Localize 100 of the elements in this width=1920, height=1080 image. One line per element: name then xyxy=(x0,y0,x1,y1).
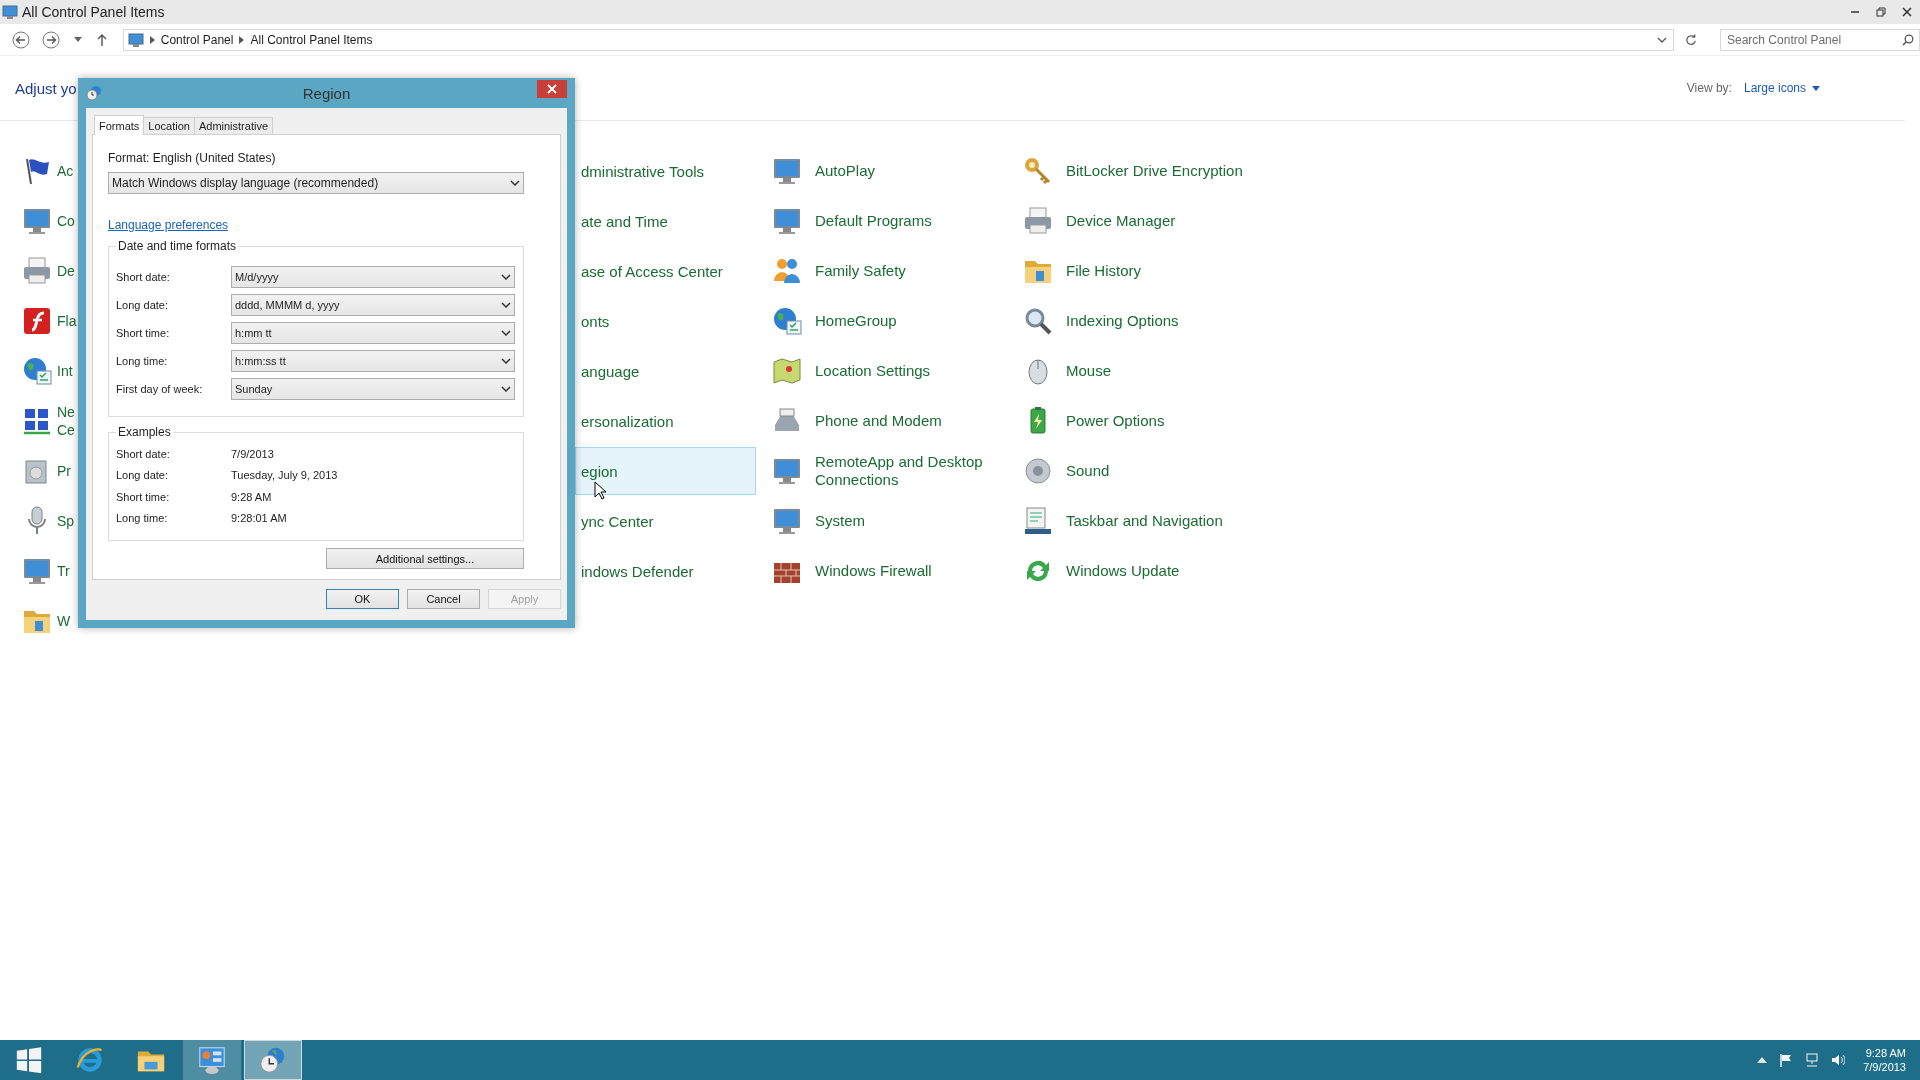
address-field[interactable]: Control Panel All Control Panel Items xyxy=(122,28,1675,51)
control-panel-item[interactable]: Indexing Options xyxy=(1066,312,1179,330)
tab[interactable]: Administrative xyxy=(193,117,273,134)
control-panel-item[interactable]: Co xyxy=(57,212,78,230)
control-panel-item[interactable]: AutoPlay xyxy=(815,162,876,180)
taskbar-button[interactable] xyxy=(244,1040,302,1080)
control-panel-item[interactable]: De xyxy=(57,262,78,280)
format-dropdown[interactable]: h:mm tt xyxy=(231,321,515,344)
format-dropdown[interactable]: Match Windows display language (recommended) xyxy=(108,172,524,194)
example-label: Long date: xyxy=(116,469,169,482)
example-label: Short date: xyxy=(116,447,171,460)
back-icon xyxy=(11,30,30,49)
globe-icon[interactable] xyxy=(21,355,53,387)
control-panel-item[interactable]: Ne Ce xyxy=(57,403,78,439)
app-tile-icon[interactable] xyxy=(21,305,53,337)
format-dropdown[interactable]: dddd, MMMM d, yyyy xyxy=(231,293,515,316)
chevron-icon xyxy=(239,35,245,44)
control-panel-item[interactable]: ate and Time xyxy=(575,197,756,245)
control-panel-item[interactable]: HomeGroup xyxy=(815,312,897,330)
control-panel-item[interactable]: anguage xyxy=(575,347,756,395)
control-panel-item[interactable]: Default Programs xyxy=(815,212,932,230)
tab[interactable]: Formats xyxy=(94,115,145,135)
forward-icon xyxy=(41,30,60,49)
breadcrumb[interactable]: Control Panel xyxy=(160,32,234,47)
clock-date[interactable]: 7/9/2013 xyxy=(1863,1060,1906,1074)
control-panel-item[interactable]: Phone and Modem xyxy=(815,412,942,430)
field-label: Short date: xyxy=(116,270,171,283)
breadcrumb[interactable]: All Control Panel Items xyxy=(250,32,373,47)
control-panel-item[interactable]: File History xyxy=(1066,262,1141,280)
tab[interactable]: Location xyxy=(143,117,195,134)
control-panel-item[interactable]: Device Manager xyxy=(1066,212,1176,230)
speaker-icon[interactable] xyxy=(1831,1053,1846,1067)
example-value: 7/9/2013 xyxy=(231,447,274,460)
caret-icon xyxy=(510,180,520,186)
example-label: Long time: xyxy=(116,512,169,525)
globe-icon[interactable] xyxy=(771,305,803,337)
up-caret-icon[interactable] xyxy=(1757,1057,1768,1063)
view-mode-dropdown[interactable]: Large icons xyxy=(1743,81,1820,95)
speaker-icon[interactable] xyxy=(1022,455,1054,487)
example-label: Short time: xyxy=(116,490,171,503)
control-panel-item[interactable]: Power Options xyxy=(1066,412,1165,430)
control-panel-item[interactable]: RemoteApp and Desktop Connections xyxy=(815,453,1000,489)
control-panel-item[interactable]: Sound xyxy=(1066,462,1110,480)
caret-icon xyxy=(501,301,511,308)
group-title: Examples xyxy=(117,425,172,439)
close-icon xyxy=(547,84,557,94)
windows-logo-icon xyxy=(14,1045,44,1075)
control-panel-item[interactable]: W xyxy=(57,612,78,630)
close-button[interactable] xyxy=(537,80,567,98)
search-icon[interactable] xyxy=(1902,33,1914,46)
flag-icon[interactable] xyxy=(1779,1053,1794,1067)
close-icon xyxy=(1902,7,1912,17)
control-panel-item[interactable]: onts xyxy=(575,297,756,345)
control-panel-item[interactable]: Fla xyxy=(57,312,78,330)
caret-icon[interactable] xyxy=(1657,36,1668,43)
control-panel-item[interactable]: egion xyxy=(575,447,756,495)
caret-icon xyxy=(501,357,511,364)
window-title: All Control Panel Items xyxy=(22,4,165,20)
taskbar-icon[interactable] xyxy=(1022,505,1054,537)
network-icon[interactable] xyxy=(1805,1053,1820,1067)
dialog-button[interactable]: Cancel xyxy=(407,589,480,609)
control-panel-item[interactable]: dministrative Tools xyxy=(575,147,756,195)
refresh-icon xyxy=(1685,33,1698,46)
chevron-icon xyxy=(149,35,155,44)
control-panel-item[interactable]: Taskbar and Navigation xyxy=(1066,512,1223,530)
printer-icon[interactable] xyxy=(21,255,53,287)
format-label: Format: English (United States) xyxy=(108,151,277,165)
language-preferences-link[interactable]: Language preferences xyxy=(108,218,229,232)
format-dropdown[interactable]: Sunday xyxy=(231,377,515,400)
format-dropdown[interactable]: h:mm:ss tt xyxy=(231,349,515,372)
control-panel-item[interactable]: BitLocker Drive Encryption xyxy=(1066,162,1243,180)
control-panel-item[interactable]: System xyxy=(815,512,865,530)
caret-icon xyxy=(1812,85,1820,91)
taskbar-button[interactable] xyxy=(183,1040,241,1080)
control-panel-item[interactable]: Mouse xyxy=(1066,362,1112,380)
control-panel-item[interactable]: Windows Update xyxy=(1066,562,1180,580)
control-panel-item[interactable]: indows Defender xyxy=(575,547,756,595)
dialog-title: Region xyxy=(302,84,351,102)
search-field[interactable]: Search Control Panel xyxy=(1720,28,1920,51)
control-panel-item[interactable]: ase of Access Center xyxy=(575,247,756,295)
additional-settings-button[interactable]: Additional settings... xyxy=(326,548,524,569)
control-panel-item[interactable]: Ac xyxy=(57,162,78,180)
control-panel-item[interactable]: Int xyxy=(57,362,78,380)
field-label: Long date: xyxy=(116,298,169,311)
control-panel-item[interactable]: Family Safety xyxy=(815,262,906,280)
printer-icon[interactable] xyxy=(1022,205,1054,237)
group-title: Date and time formats xyxy=(117,239,238,253)
dialog-button[interactable]: OK xyxy=(326,589,399,609)
clock-time[interactable]: 9:28 AM xyxy=(1865,1046,1906,1060)
control-panel-item[interactable]: Tr xyxy=(57,562,78,580)
map-icon[interactable] xyxy=(771,355,803,387)
control-panel-item[interactable]: Pr xyxy=(57,462,78,480)
cursor-icon xyxy=(594,481,606,500)
control-panel-item[interactable]: Sp xyxy=(57,512,78,530)
format-dropdown[interactable]: M/d/yyyy xyxy=(231,265,515,288)
control-panel-item[interactable]: ersonalization xyxy=(575,397,756,445)
caret-icon xyxy=(501,385,511,392)
control-panel-item[interactable]: Windows Firewall xyxy=(815,562,932,580)
control-panel-item[interactable]: Location Settings xyxy=(815,362,931,380)
control-panel-item[interactable]: ync Center xyxy=(575,497,756,545)
